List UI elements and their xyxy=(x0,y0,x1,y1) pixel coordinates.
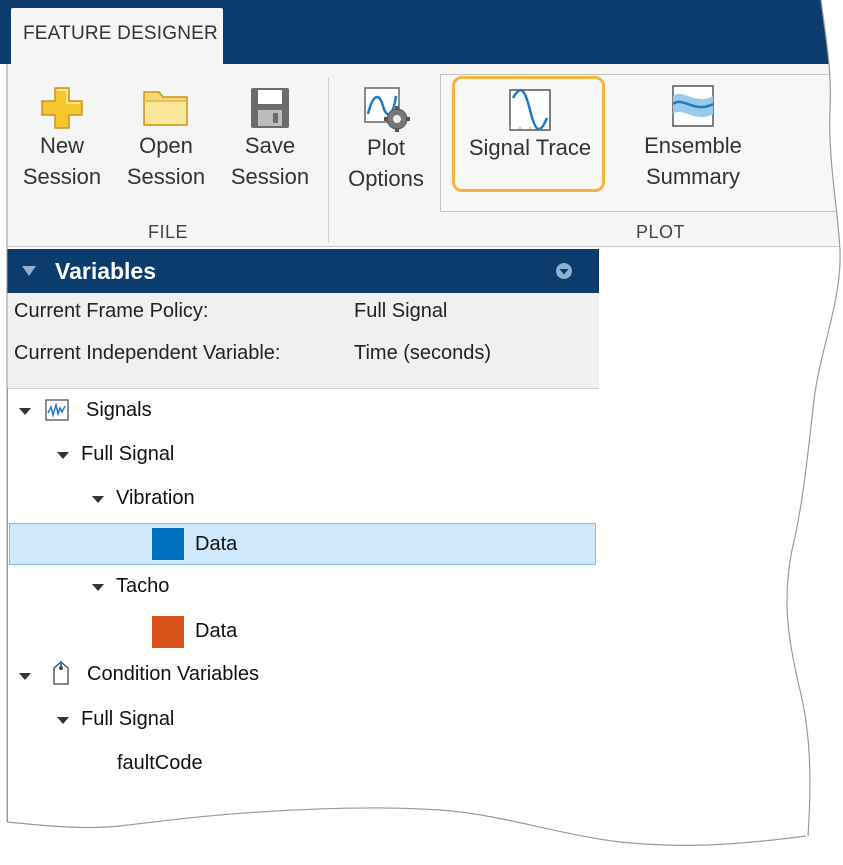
new-session-label-2: Session xyxy=(22,164,102,189)
signals-icon xyxy=(45,399,69,421)
folder-icon xyxy=(143,91,188,126)
vibration-color-swatch xyxy=(152,528,184,560)
tree-node-signals[interactable]: Signals xyxy=(86,395,152,425)
tag-icon xyxy=(53,661,69,685)
new-session-button[interactable]: New Session xyxy=(20,86,104,192)
vibration-data-label: Data xyxy=(195,533,238,555)
tab-feature-designer[interactable]: FEATURE DESIGNER xyxy=(11,8,223,64)
feature-designer-app: FEATURE DESIGNER New Session Open Sessio… xyxy=(0,0,843,865)
fault-code-label: faultCode xyxy=(117,752,203,774)
collapse-triangle-icon[interactable] xyxy=(21,265,37,277)
tree-node-vibration-data[interactable]: Data xyxy=(195,529,237,559)
tree-node-fault-code[interactable]: faultCode xyxy=(117,748,203,778)
expand-condition-variables-icon[interactable] xyxy=(19,673,31,680)
panel-options-icon[interactable] xyxy=(555,262,573,280)
save-session-button[interactable]: Save Session xyxy=(228,86,312,192)
plot-group-label: PLOT xyxy=(636,222,686,242)
tacho-color-swatch xyxy=(152,616,184,648)
frame-policy-label: Current Frame Policy: xyxy=(14,300,209,322)
save-session-label-2: Session xyxy=(230,164,310,189)
signals-label: Signals xyxy=(86,399,152,421)
open-session-label-1: Open xyxy=(139,133,193,158)
condition-variables-label: Condition Variables xyxy=(87,663,259,685)
plot-canvas-area xyxy=(600,249,843,865)
open-session-label-2: Session xyxy=(126,164,206,189)
expand-vibration-icon[interactable] xyxy=(92,496,104,503)
independent-variable-label: Current Independent Variable: xyxy=(14,342,281,364)
variables-panel-header: Variables xyxy=(7,249,599,293)
ensemble-summary-button[interactable]: Ensemble Summary xyxy=(626,84,760,192)
ensemble-summary-icon xyxy=(672,85,714,127)
vibration-label: Vibration xyxy=(116,487,195,509)
expand-signals-full-icon[interactable] xyxy=(57,452,69,459)
tree-node-tacho[interactable]: Tacho xyxy=(116,571,169,601)
plus-icon xyxy=(41,87,83,129)
plot-options-button[interactable]: Plot Options xyxy=(340,86,432,194)
variables-info-area: Current Frame Policy: Full Signal Curren… xyxy=(7,293,599,389)
tab-label: FEATURE DESIGNER xyxy=(23,23,218,44)
tree-node-vibration[interactable]: Vibration xyxy=(116,483,195,513)
expand-condition-full-icon[interactable] xyxy=(57,717,69,724)
plot-options-gear-icon xyxy=(364,87,410,132)
variables-tree: Signals Full Signal Vibration Data Tacho… xyxy=(7,389,601,865)
ensemble-summary-label-1: Ensemble xyxy=(644,133,742,158)
frame-policy-value: Full Signal xyxy=(354,300,448,322)
toolstrip-tab-bar: FEATURE DESIGNER xyxy=(0,0,843,64)
tacho-data-label: Data xyxy=(195,620,238,642)
open-session-button[interactable]: Open Session xyxy=(124,86,208,192)
signals-full-signal-label: Full Signal xyxy=(81,443,175,465)
tree-row-vibration-data[interactable] xyxy=(9,523,596,565)
tacho-label: Tacho xyxy=(116,575,170,597)
save-session-label-1: Save xyxy=(244,133,296,158)
signal-trace-highlight xyxy=(452,76,605,192)
plot-options-label-1: Plot xyxy=(367,135,405,160)
condition-full-signal-label: Full Signal xyxy=(81,708,175,730)
ensemble-summary-label-2: Summary xyxy=(645,164,741,189)
tree-node-condition-variables[interactable]: Condition Variables xyxy=(87,659,259,689)
file-group-label: FILE xyxy=(148,222,189,242)
expand-tacho-icon[interactable] xyxy=(92,584,104,591)
tree-node-condition-full-signal[interactable]: Full Signal xyxy=(81,704,174,734)
floppy-disk-icon xyxy=(251,88,289,128)
variables-panel-title: Variables xyxy=(55,258,157,284)
new-session-label-1: New xyxy=(39,133,84,158)
independent-variable-value: Time (seconds) xyxy=(354,342,492,364)
tree-node-signals-full-signal[interactable]: Full Signal xyxy=(81,439,174,469)
expand-signals-icon[interactable] xyxy=(19,408,31,415)
plot-options-label-2: Options xyxy=(348,166,424,191)
tree-node-tacho-data[interactable]: Data xyxy=(195,616,237,646)
ribbon-separator xyxy=(328,78,329,243)
